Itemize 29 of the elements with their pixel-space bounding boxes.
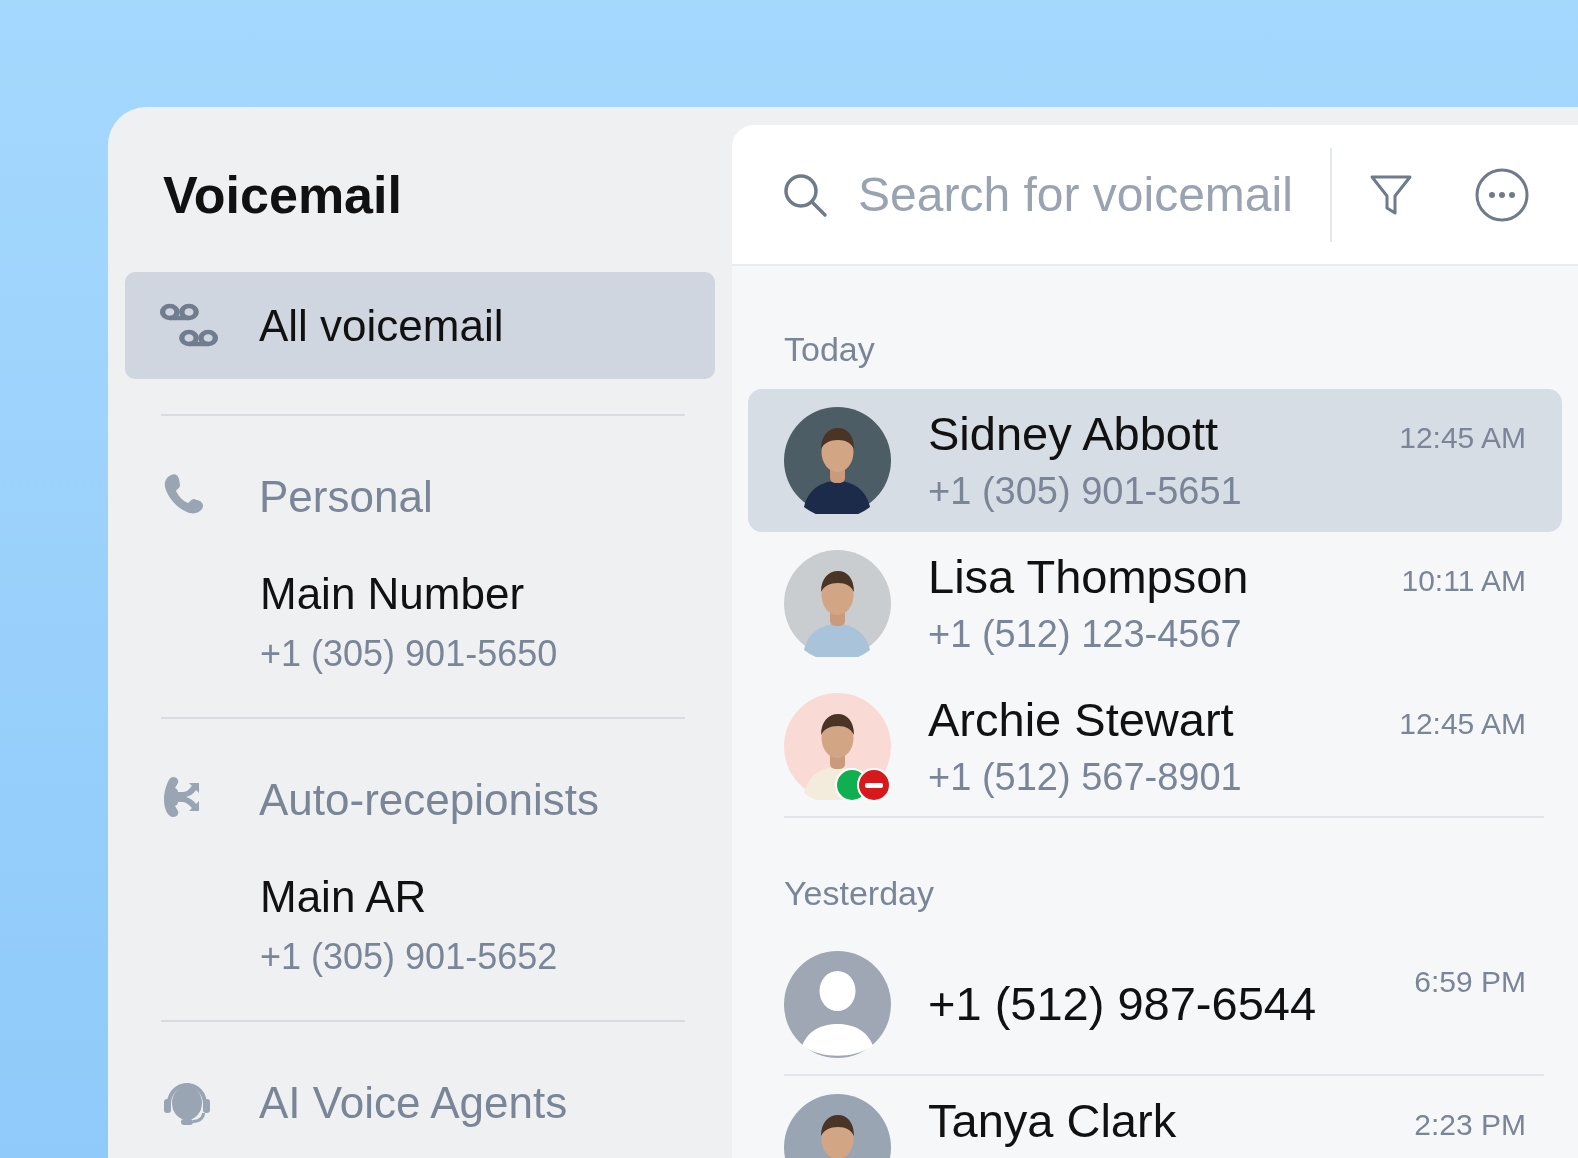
- avatar-icon: [784, 951, 891, 1058]
- caller-number: +1 (512) 987-6544: [928, 977, 1318, 1032]
- voicemail-row[interactable]: Sidney Abbott +1 (305) 901-5651 12:45 AM: [748, 389, 1562, 532]
- search-icon: [782, 171, 828, 218]
- caller-number: +1 (512) 567-8901: [928, 755, 1243, 801]
- voicemail-row[interactable]: +1 (512) 987-6544 6:59 PM: [748, 933, 1562, 1076]
- call-time: 12:45 AM: [1399, 706, 1526, 742]
- more-button[interactable]: [1474, 166, 1530, 223]
- call-time: 12:45 AM: [1399, 420, 1526, 456]
- page-title: Voicemail: [163, 167, 403, 225]
- contact-name: Sidney Abbott: [928, 407, 1220, 462]
- more-icon: [1474, 166, 1530, 223]
- section-heading: Yesterday: [784, 873, 935, 914]
- caller-number: +1 (512) 123-4567: [928, 612, 1243, 658]
- call-time: 10:11 AM: [1401, 563, 1526, 599]
- section-heading: Today: [784, 329, 876, 370]
- all-voicemail-item[interactable]: All voicemail: [125, 272, 715, 380]
- line-phone: +1 (305) 901-5652: [260, 934, 559, 979]
- contact-name: Tanya Clark: [928, 1094, 1178, 1149]
- caller-number: +1 (305) 901-5651: [928, 469, 1243, 515]
- contact-name: Lisa Thompson: [928, 550, 1250, 605]
- voicemail-row[interactable]: Lisa Thompson +1 (512) 123-4567 10:11 AM: [748, 532, 1562, 675]
- line-name[interactable]: Main AR: [260, 871, 685, 924]
- contact-name: Archie Stewart: [928, 693, 1235, 748]
- call-time: 2:23 PM: [1414, 1107, 1526, 1143]
- voicemail-row[interactable]: Archie Stewart +1 (512) 567-8901 12:45 AM: [748, 675, 1562, 818]
- line-phone: +1 (305) 901-5650: [260, 632, 559, 676]
- line-name[interactable]: Main Number: [260, 568, 685, 621]
- call-time: 6:59 PM: [1414, 964, 1526, 1000]
